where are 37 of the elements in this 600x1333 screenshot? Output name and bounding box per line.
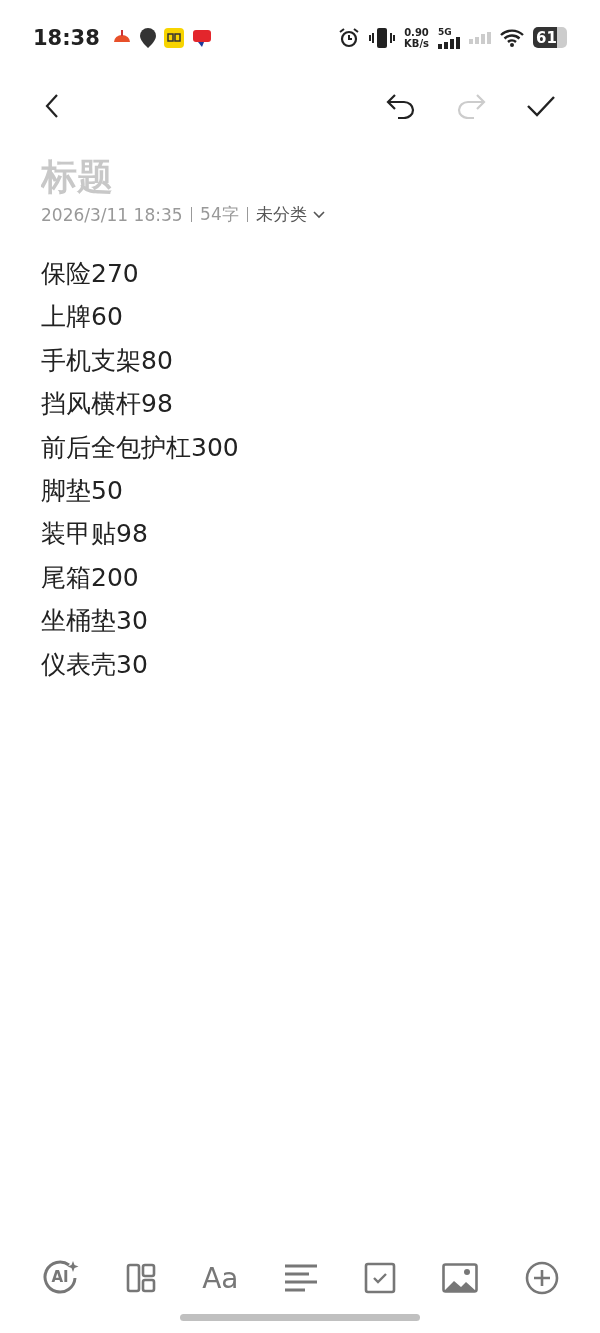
category-dropdown[interactable]: 未分类 xyxy=(256,203,327,226)
save-check-icon[interactable] xyxy=(526,94,556,118)
note-line: 手机支架80 xyxy=(41,344,174,377)
map-pin-icon xyxy=(139,27,156,48)
align-icon[interactable] xyxy=(285,1264,318,1292)
battery-indicator: 61 xyxy=(533,27,567,48)
note-line: 装甲贴98 xyxy=(41,518,149,551)
note-line: 前后全包护杠300 xyxy=(41,431,240,464)
note-line: 坐桶垫30 xyxy=(41,605,149,638)
signal-icon xyxy=(469,31,491,44)
note-line: 尾箱200 xyxy=(41,561,140,594)
text-style-button[interactable]: Aa xyxy=(202,1261,239,1295)
network-speed-unit: KB/s xyxy=(404,37,429,49)
layout-icon[interactable] xyxy=(125,1263,156,1293)
note-line: 脚垫50 xyxy=(41,475,124,508)
add-icon[interactable] xyxy=(524,1261,559,1295)
word-count: 54字 xyxy=(200,203,239,226)
alarm-icon xyxy=(338,26,360,49)
note-datetime: 2026/3/11 18:35 xyxy=(41,204,183,225)
app-notification-icon xyxy=(191,27,212,48)
undo-icon[interactable] xyxy=(386,93,416,119)
note-line: 仪表壳30 xyxy=(41,648,149,681)
checklist-icon[interactable] xyxy=(363,1262,396,1294)
ai-button[interactable]: AI xyxy=(41,1259,79,1297)
signal-icon xyxy=(438,36,460,49)
note-line: 上牌60 xyxy=(41,301,124,334)
back-icon[interactable] xyxy=(44,93,60,119)
note-line: 挡风横杆98 xyxy=(41,388,174,421)
network-speed: 0.90 xyxy=(404,26,429,38)
note-line: 保险270 xyxy=(41,258,140,290)
image-icon[interactable] xyxy=(442,1263,479,1293)
chevron-down-icon xyxy=(312,209,327,220)
network-type: 5G xyxy=(438,26,452,37)
status-time: 18:38 xyxy=(33,25,100,50)
app-notification-icon xyxy=(163,27,184,48)
wifi-icon xyxy=(500,27,524,48)
vibrate-icon xyxy=(369,26,395,49)
